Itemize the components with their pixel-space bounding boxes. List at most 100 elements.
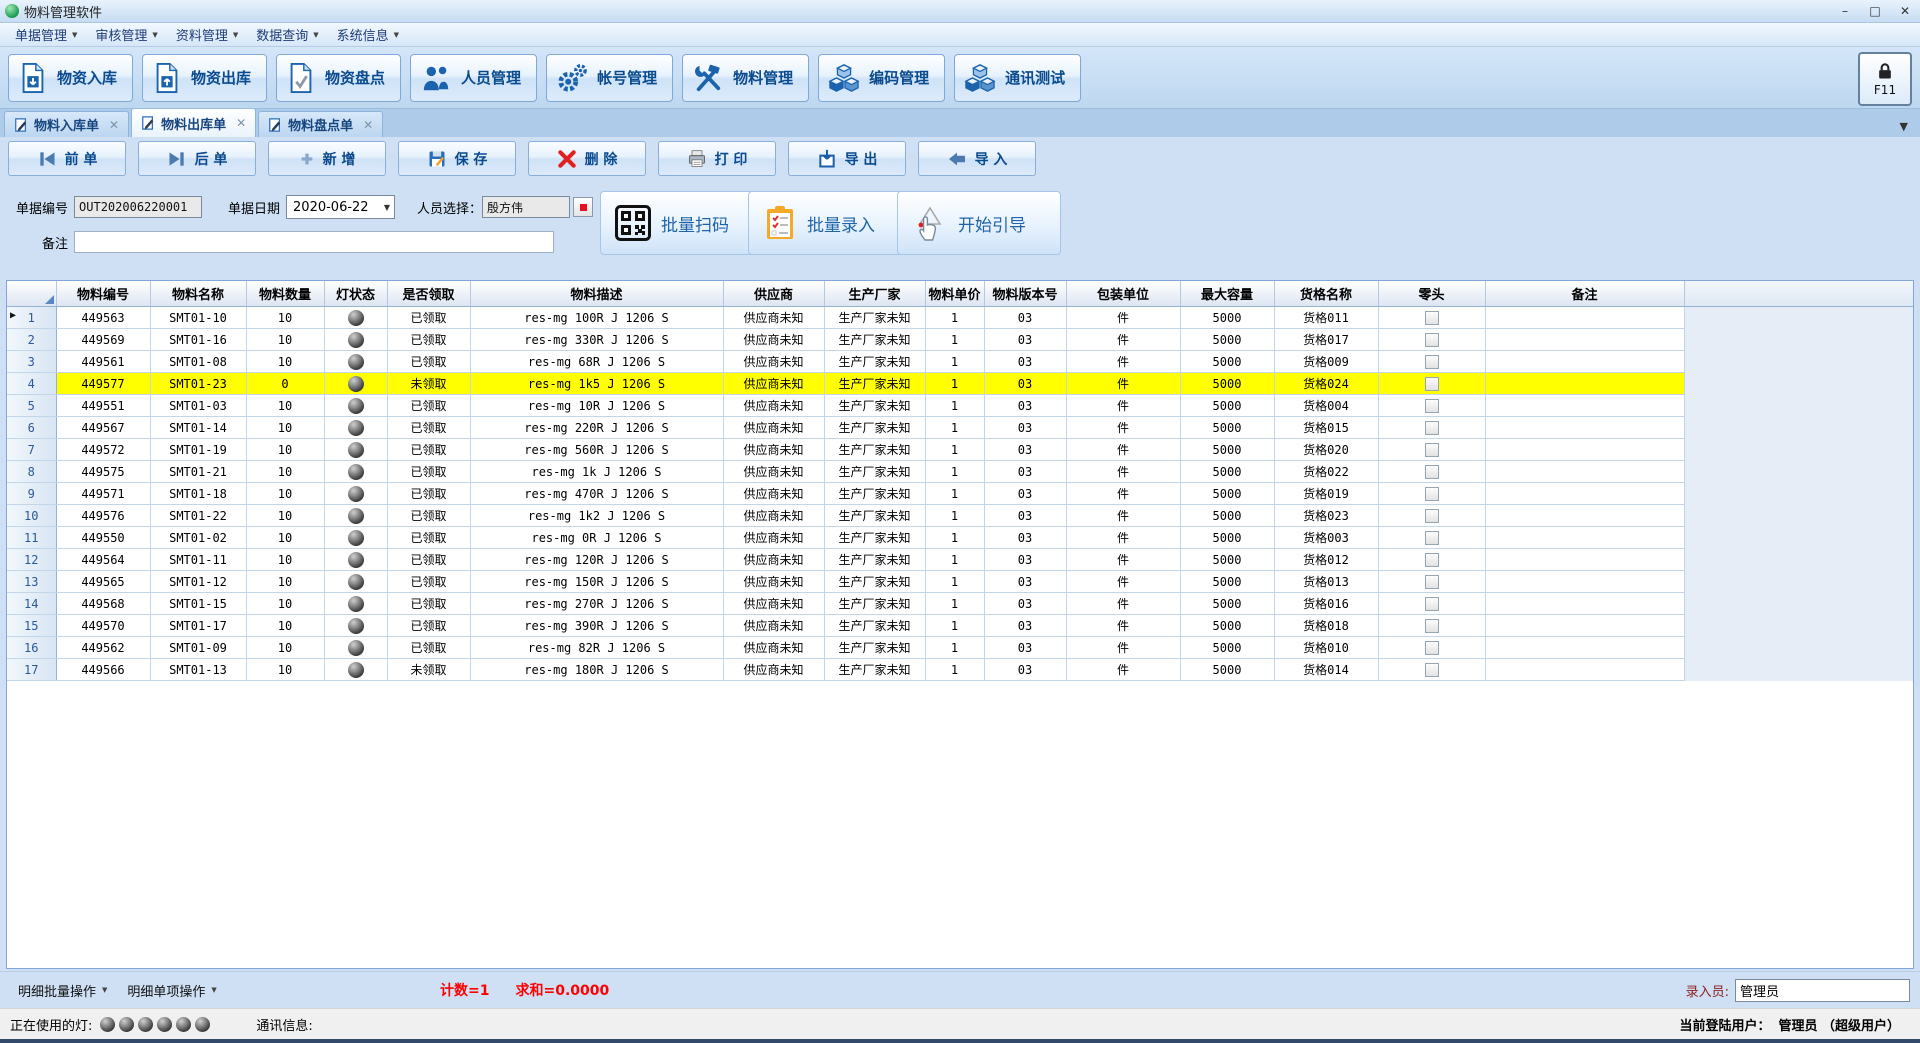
table-row[interactable]: 17449566SMT01-1310未领取res-mg 180R J 1206 …: [7, 659, 1913, 681]
cell-supplier[interactable]: 供应商未知: [723, 549, 824, 571]
detail-batch-menu[interactable]: 明细批量操作 ▼: [8, 978, 117, 1003]
cell-material-code[interactable]: 449569: [56, 329, 150, 351]
cell-material-code[interactable]: 449567: [56, 417, 150, 439]
row-header-cell[interactable]: 12: [7, 549, 56, 571]
fraction-checkbox[interactable]: [1425, 487, 1439, 501]
cell-slot-name[interactable]: 货格024: [1274, 373, 1378, 395]
row-header-cell[interactable]: ▶1: [7, 307, 56, 329]
row-header-cell[interactable]: 13: [7, 571, 56, 593]
cell-max-capacity[interactable]: 5000: [1180, 615, 1274, 637]
row-header-cell[interactable]: 10: [7, 505, 56, 527]
cell-received-status[interactable]: 已领取: [387, 483, 470, 505]
cell-slot-name[interactable]: 货格010: [1274, 637, 1378, 659]
cell-description[interactable]: res-mg 220R J 1206 S: [470, 417, 723, 439]
cell-description[interactable]: res-mg 1k2 J 1206 S: [470, 505, 723, 527]
cell-unit-price[interactable]: 1: [925, 659, 984, 681]
cell-light-status[interactable]: [324, 571, 387, 593]
cell-remark[interactable]: [1485, 483, 1684, 505]
menu-item-document-management[interactable]: 单据管理 ▼: [6, 23, 86, 46]
row-header-cell[interactable]: 5: [7, 395, 56, 417]
cell-remark[interactable]: [1485, 395, 1684, 417]
save-button[interactable]: 保 存: [398, 141, 516, 176]
column-header[interactable]: 灯状态: [324, 281, 387, 307]
cell-fraction[interactable]: [1378, 637, 1485, 659]
select-all-corner-cell[interactable]: [7, 281, 56, 307]
cell-max-capacity[interactable]: 5000: [1180, 483, 1274, 505]
cell-max-capacity[interactable]: 5000: [1180, 307, 1274, 329]
column-header[interactable]: 物料描述: [470, 281, 723, 307]
cell-package-unit[interactable]: 件: [1066, 505, 1180, 527]
cell-remark[interactable]: [1485, 527, 1684, 549]
cell-material-name[interactable]: SMT01-19: [150, 439, 246, 461]
cell-fraction[interactable]: [1378, 527, 1485, 549]
cell-description[interactable]: res-mg 330R J 1206 S: [470, 329, 723, 351]
cell-quantity[interactable]: 10: [246, 307, 324, 329]
close-icon[interactable]: ✕: [363, 118, 373, 132]
cell-package-unit[interactable]: 件: [1066, 659, 1180, 681]
cell-received-status[interactable]: 已领取: [387, 637, 470, 659]
cell-description[interactable]: res-mg 270R J 1206 S: [470, 593, 723, 615]
cell-slot-name[interactable]: 货格004: [1274, 395, 1378, 417]
cell-light-status[interactable]: [324, 615, 387, 637]
cell-version[interactable]: 03: [984, 571, 1066, 593]
cell-fraction[interactable]: [1378, 351, 1485, 373]
cell-quantity[interactable]: 10: [246, 571, 324, 593]
cell-max-capacity[interactable]: 5000: [1180, 351, 1274, 373]
cell-filler[interactable]: [1684, 417, 1913, 439]
cell-supplier[interactable]: 供应商未知: [723, 329, 824, 351]
cell-package-unit[interactable]: 件: [1066, 373, 1180, 395]
row-header-cell[interactable]: 7: [7, 439, 56, 461]
cell-light-status[interactable]: [324, 439, 387, 461]
cell-received-status[interactable]: 已领取: [387, 549, 470, 571]
next-record-button[interactable]: 后 单: [138, 141, 256, 176]
cell-unit-price[interactable]: 1: [925, 329, 984, 351]
cell-material-name[interactable]: SMT01-10: [150, 307, 246, 329]
cell-manufacturer[interactable]: 生产厂家未知: [824, 505, 925, 527]
column-header[interactable]: 是否领取: [387, 281, 470, 307]
cell-material-code[interactable]: 449576: [56, 505, 150, 527]
cell-manufacturer[interactable]: 生产厂家未知: [824, 329, 925, 351]
cell-fraction[interactable]: [1378, 659, 1485, 681]
row-header-cell[interactable]: 3: [7, 351, 56, 373]
cell-slot-name[interactable]: 货格020: [1274, 439, 1378, 461]
cell-fraction[interactable]: [1378, 615, 1485, 637]
cell-description[interactable]: res-mg 1k J 1206 S: [470, 461, 723, 483]
cell-version[interactable]: 03: [984, 593, 1066, 615]
cell-remark[interactable]: [1485, 549, 1684, 571]
cell-manufacturer[interactable]: 生产厂家未知: [824, 659, 925, 681]
cell-description[interactable]: res-mg 180R J 1206 S: [470, 659, 723, 681]
cell-quantity[interactable]: 10: [246, 329, 324, 351]
cell-received-status[interactable]: 已领取: [387, 461, 470, 483]
cell-material-code[interactable]: 449564: [56, 549, 150, 571]
column-header[interactable]: 物料编号: [56, 281, 150, 307]
cell-remark[interactable]: [1485, 637, 1684, 659]
cell-unit-price[interactable]: 1: [925, 571, 984, 593]
cell-light-status[interactable]: [324, 351, 387, 373]
cell-light-status[interactable]: [324, 461, 387, 483]
cell-remark[interactable]: [1485, 659, 1684, 681]
cell-supplier[interactable]: 供应商未知: [723, 527, 824, 549]
cell-filler[interactable]: [1684, 615, 1913, 637]
fraction-checkbox[interactable]: [1425, 443, 1439, 457]
column-header[interactable]: 包装单位: [1066, 281, 1180, 307]
cell-slot-name[interactable]: 货格003: [1274, 527, 1378, 549]
cell-slot-name[interactable]: 货格016: [1274, 593, 1378, 615]
cell-slot-name[interactable]: 货格017: [1274, 329, 1378, 351]
cell-description[interactable]: res-mg 1k5 J 1206 S: [470, 373, 723, 395]
close-icon[interactable]: ✕: [236, 116, 246, 130]
lock-f11-button[interactable]: F11: [1858, 52, 1912, 106]
cell-slot-name[interactable]: 货格009: [1274, 351, 1378, 373]
cell-unit-price[interactable]: 1: [925, 505, 984, 527]
cell-received-status[interactable]: 未领取: [387, 659, 470, 681]
cell-received-status[interactable]: 已领取: [387, 505, 470, 527]
cell-version[interactable]: 03: [984, 483, 1066, 505]
cell-manufacturer[interactable]: 生产厂家未知: [824, 483, 925, 505]
cell-material-code[interactable]: 449571: [56, 483, 150, 505]
cell-unit-price[interactable]: 1: [925, 527, 984, 549]
cell-material-code[interactable]: 449577: [56, 373, 150, 395]
cell-manufacturer[interactable]: 生产厂家未知: [824, 615, 925, 637]
column-header[interactable]: 备注: [1485, 281, 1684, 307]
cell-max-capacity[interactable]: 5000: [1180, 659, 1274, 681]
cell-received-status[interactable]: 已领取: [387, 417, 470, 439]
cell-manufacturer[interactable]: 生产厂家未知: [824, 461, 925, 483]
